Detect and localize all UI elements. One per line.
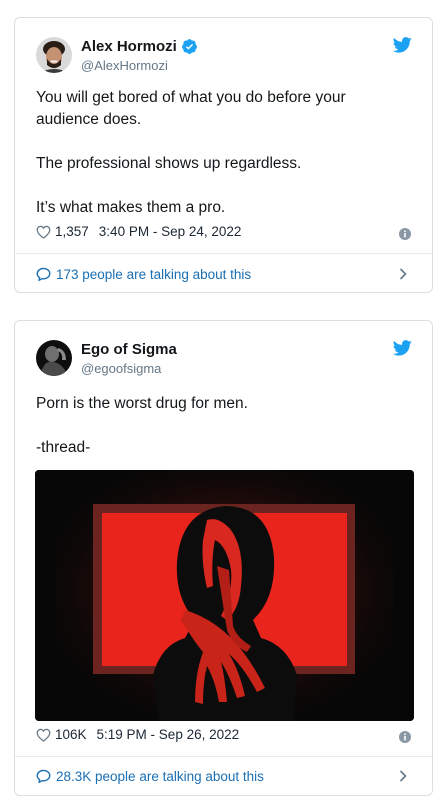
- speech-bubble-icon: [36, 267, 51, 281]
- avatar[interactable]: [36, 37, 72, 73]
- conversation-count[interactable]: 28.3K people are talking about this: [56, 769, 264, 784]
- tweet-card[interactable]: Ego of Sigma @egoofsigma Porn is the wor…: [14, 320, 433, 796]
- tweet-header: Ego of Sigma @egoofsigma: [36, 338, 177, 378]
- tweet-header: Alex Hormozi @AlexHormozi: [36, 35, 198, 75]
- timestamp[interactable]: 5:19 PM - Sep 26, 2022: [97, 727, 240, 742]
- author-handle[interactable]: @AlexHormozi: [81, 57, 198, 74]
- tweet-meta: 1,357 3:40 PM - Sep 24, 2022: [36, 224, 241, 239]
- conversation-count[interactable]: 173 people are talking about this: [56, 267, 251, 282]
- tweet-text: You will get bored of what you do before…: [36, 89, 346, 216]
- chevron-right-icon[interactable]: [399, 268, 407, 280]
- chevron-right-icon[interactable]: [399, 770, 407, 782]
- avatar[interactable]: [36, 340, 72, 376]
- tweet-text: Porn is the worst drug for men. -thread-: [36, 395, 248, 456]
- tweet-card[interactable]: Alex Hormozi @AlexHormozi You will get b…: [14, 17, 433, 293]
- heart-icon[interactable]: [36, 728, 51, 742]
- twitter-bird-icon[interactable]: [393, 37, 412, 53]
- divider: [15, 253, 432, 254]
- tweet-image[interactable]: [35, 470, 414, 721]
- like-count[interactable]: 106K: [55, 727, 87, 742]
- like-count[interactable]: 1,357: [55, 224, 89, 239]
- author-name[interactable]: Ego of Sigma: [81, 340, 177, 359]
- author-handle[interactable]: @egoofsigma: [81, 360, 177, 377]
- tweet-meta: 106K 5:19 PM - Sep 26, 2022: [36, 727, 239, 742]
- speech-bubble-icon: [36, 769, 51, 783]
- conversation-link[interactable]: 173 people are talking about this: [36, 264, 411, 284]
- info-icon[interactable]: [399, 731, 411, 743]
- author-name[interactable]: Alex Hormozi: [81, 37, 177, 56]
- verified-badge-icon: [181, 38, 197, 54]
- conversation-link[interactable]: 28.3K people are talking about this: [36, 766, 411, 786]
- divider: [15, 756, 432, 757]
- heart-icon[interactable]: [36, 225, 51, 239]
- timestamp[interactable]: 3:40 PM - Sep 24, 2022: [99, 224, 242, 239]
- twitter-bird-icon[interactable]: [393, 340, 412, 356]
- info-icon[interactable]: [399, 228, 411, 240]
